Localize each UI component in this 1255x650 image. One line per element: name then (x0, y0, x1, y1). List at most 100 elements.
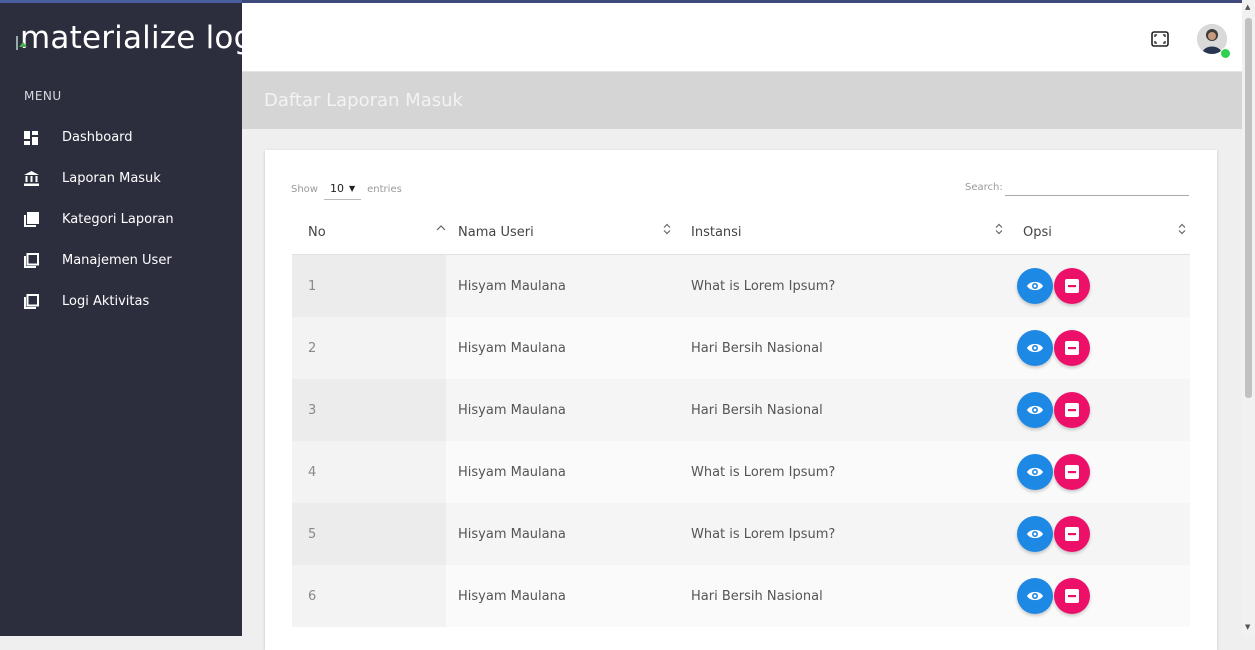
view-button[interactable] (1017, 330, 1053, 366)
eye-icon (1027, 591, 1043, 601)
view-button[interactable] (1017, 268, 1053, 304)
cell-nama: Hisyam Maulana (446, 503, 676, 565)
top-bar (242, 0, 1242, 72)
search-control: Search: (965, 179, 1189, 196)
cell-no: 1 (292, 254, 446, 317)
column-header-instansi[interactable]: Instansi (676, 212, 1009, 255)
cell-opsi (1009, 503, 1190, 565)
cell-instansi: What is Lorem Ipsum? (676, 441, 1009, 503)
cell-instansi: What is Lorem Ipsum? (676, 503, 1009, 565)
delete-button[interactable] (1054, 392, 1090, 428)
table-row: 5 Hisyam Maulana What is Lorem Ipsum? (292, 503, 1190, 565)
table-header-row: No Nama Useri Instansi Opsi (292, 212, 1190, 255)
broken-image-icon (16, 36, 27, 50)
eye-icon (1027, 405, 1043, 415)
menu-heading: MENU (24, 89, 62, 103)
sidebar-item-manajemen-user[interactable]: Manajemen User (0, 240, 242, 281)
cell-nama: Hisyam Maulana (446, 317, 676, 379)
cell-no: 3 (292, 379, 446, 441)
minus-box-icon (1065, 279, 1079, 293)
table-row: 4 Hisyam Maulana What is Lorem Ipsum? (292, 441, 1190, 503)
view-button[interactable] (1017, 578, 1053, 614)
eye-icon (1027, 343, 1043, 353)
square-icon (22, 293, 40, 311)
cell-no: 2 (292, 317, 446, 379)
column-header-label: Nama Useri (458, 225, 534, 240)
logo-alt-text: materialize logo (20, 20, 242, 56)
sort-both-icon (662, 223, 672, 238)
delete-button[interactable] (1054, 268, 1090, 304)
sidebar-item-label: Dashboard (62, 130, 133, 145)
delete-button[interactable] (1054, 330, 1090, 366)
column-header-label: Opsi (1023, 225, 1052, 240)
top-accent-line (0, 0, 242, 3)
reports-table: No Nama Useri Instansi Opsi 1 Hisyam Mau… (292, 212, 1190, 627)
scroll-up-icon[interactable]: ▲ (1245, 3, 1250, 11)
table-row: 3 Hisyam Maulana Hari Bersih Nasional (292, 379, 1190, 441)
fullscreen-icon[interactable] (1150, 30, 1170, 48)
table-row: 6 Hisyam Maulana Hari Bersih Nasional (292, 565, 1190, 627)
search-label: Search: (965, 182, 1003, 193)
sidebar-item-laporan-masuk[interactable]: Laporan Masuk (0, 158, 242, 199)
sidebar-item-label: Logi Aktivitas (62, 294, 150, 309)
minus-box-icon (1065, 527, 1079, 541)
cell-instansi: Hari Bersih Nasional (676, 317, 1009, 379)
entries-select[interactable]: 10 ▼ (323, 179, 362, 200)
eye-icon (1027, 281, 1043, 291)
cell-no: 6 (292, 565, 446, 627)
page-banner: Daftar Laporan Masuk (242, 72, 1242, 129)
table-card: Show 10 ▼ entries Search: No Nama Useri (265, 150, 1217, 650)
minus-box-icon (1065, 589, 1079, 603)
sidebar-nav: Dashboard Laporan Masuk Kategori Laporan… (0, 117, 242, 322)
cell-opsi (1009, 565, 1190, 627)
cell-opsi (1009, 441, 1190, 503)
cell-opsi (1009, 254, 1190, 317)
sidebar-item-logi-aktivitas[interactable]: Logi Aktivitas (0, 281, 242, 322)
dashboard-icon (22, 129, 40, 147)
column-header-opsi[interactable]: Opsi (1009, 212, 1190, 255)
delete-button[interactable] (1054, 516, 1090, 552)
delete-button[interactable] (1054, 578, 1090, 614)
entries-control: Show 10 ▼ entries (291, 179, 402, 200)
sidebar-item-dashboard[interactable]: Dashboard (0, 117, 242, 158)
scrollbar-thumb[interactable] (1245, 18, 1252, 398)
library-icon (22, 211, 40, 229)
sidebar-item-label: Laporan Masuk (62, 171, 161, 186)
sort-both-icon (1177, 223, 1187, 238)
cell-opsi (1009, 379, 1190, 441)
logo[interactable]: materialize logo (16, 18, 242, 58)
column-header-label: Instansi (691, 225, 742, 240)
online-status-dot (1220, 48, 1231, 59)
view-button[interactable] (1017, 516, 1053, 552)
caret-down-icon: ▼ (348, 183, 356, 193)
column-header-no[interactable]: No (292, 212, 446, 255)
scroll-down-icon[interactable]: ▼ (1245, 623, 1250, 631)
page-scrollbar[interactable]: ▲ ▼ (1242, 0, 1255, 636)
eye-icon (1027, 529, 1043, 539)
minus-box-icon (1065, 341, 1079, 355)
view-button[interactable] (1017, 454, 1053, 490)
square-icon (22, 252, 40, 270)
column-header-nama[interactable]: Nama Useri (446, 212, 676, 255)
cell-no: 5 (292, 503, 446, 565)
sidebar-item-label: Kategori Laporan (62, 212, 174, 227)
cell-opsi (1009, 317, 1190, 379)
sort-both-icon (994, 223, 1004, 238)
cell-no: 4 (292, 441, 446, 503)
cell-nama: Hisyam Maulana (446, 254, 676, 317)
sidebar-item-kategori-laporan[interactable]: Kategori Laporan (0, 199, 242, 240)
minus-box-icon (1065, 403, 1079, 417)
page-title: Daftar Laporan Masuk (264, 90, 463, 111)
minus-box-icon (1065, 465, 1079, 479)
sidebar: materialize logo MENU Dashboard Laporan … (0, 0, 242, 636)
entries-label: entries (367, 184, 402, 195)
delete-button[interactable] (1054, 454, 1090, 490)
view-button[interactable] (1017, 392, 1053, 428)
sort-asc-icon (436, 223, 446, 236)
table-row: 1 Hisyam Maulana What is Lorem Ipsum? (292, 254, 1190, 317)
search-input[interactable] (1004, 179, 1189, 196)
show-label: Show (291, 184, 318, 195)
column-header-label: No (308, 225, 326, 240)
cell-instansi: Hari Bersih Nasional (676, 379, 1009, 441)
eye-icon (1027, 467, 1043, 477)
